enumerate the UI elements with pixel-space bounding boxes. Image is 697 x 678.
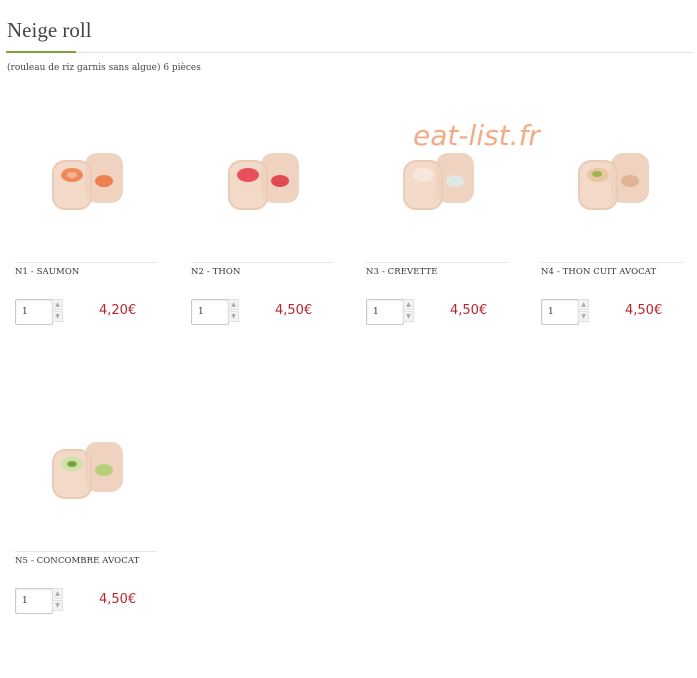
product-price: 4,50€ [625, 303, 663, 318]
card-divider [541, 262, 683, 263]
increment-button[interactable]: ▲ [228, 299, 239, 310]
title-accent-bar [6, 51, 76, 53]
product-name: N1 - SAUMON [15, 267, 80, 277]
increment-button[interactable]: ▲ [403, 299, 414, 310]
product-image[interactable] [396, 143, 486, 233]
chevron-up-icon: ▲ [55, 300, 60, 308]
section-subtitle: (rouleau de riz garnis sans algue) 6 piè… [7, 63, 201, 73]
product-card: N4 - THON CUIT AVOCAT ▲ ▼ 4,50€ [541, 143, 691, 383]
quantity-stepper[interactable]: ▲ ▼ [403, 299, 414, 323]
product-card: N2 - THON ▲ ▼ 4,50€ [191, 143, 341, 383]
quantity-box[interactable] [15, 588, 53, 614]
product-price: 4,50€ [99, 592, 137, 607]
product-name: N3 - CREVETTE [366, 267, 438, 277]
product-image[interactable] [571, 143, 661, 233]
quantity-input[interactable] [198, 305, 222, 319]
decrement-button[interactable]: ▼ [52, 600, 63, 611]
product-image[interactable] [45, 432, 135, 522]
decrement-button[interactable]: ▼ [578, 311, 589, 322]
chevron-up-icon: ▲ [231, 300, 236, 308]
card-divider [15, 551, 157, 552]
chevron-down-icon: ▼ [406, 312, 411, 320]
section-title: Neige roll [7, 18, 92, 42]
quantity-box[interactable] [15, 299, 53, 325]
card-divider [366, 262, 508, 263]
decrement-button[interactable]: ▼ [228, 311, 239, 322]
increment-button[interactable]: ▲ [52, 588, 63, 599]
quantity-input[interactable] [548, 305, 572, 319]
quantity-box[interactable] [191, 299, 229, 325]
quantity-stepper[interactable]: ▲ ▼ [52, 299, 63, 323]
product-image[interactable] [221, 143, 311, 233]
product-image[interactable] [45, 143, 135, 233]
quantity-box[interactable] [366, 299, 404, 325]
chevron-down-icon: ▼ [55, 312, 60, 320]
quantity-stepper[interactable]: ▲ ▼ [52, 588, 63, 612]
quantity-input[interactable] [22, 305, 46, 319]
decrement-button[interactable]: ▼ [403, 311, 414, 322]
chevron-up-icon: ▲ [581, 300, 586, 308]
quantity-stepper[interactable]: ▲ ▼ [228, 299, 239, 323]
product-card: N5 - CONCOMBRE AVOCAT ▲ ▼ 4,50€ [15, 432, 165, 672]
chevron-up-icon: ▲ [406, 300, 411, 308]
product-price: 4,20€ [99, 303, 137, 318]
product-price: 4,50€ [450, 303, 488, 318]
quantity-stepper[interactable]: ▲ ▼ [578, 299, 589, 323]
decrement-button[interactable]: ▼ [52, 311, 63, 322]
card-divider [191, 262, 333, 263]
chevron-up-icon: ▲ [55, 589, 60, 597]
increment-button[interactable]: ▲ [52, 299, 63, 310]
product-price: 4,50€ [275, 303, 313, 318]
quantity-box[interactable] [541, 299, 579, 325]
chevron-down-icon: ▼ [55, 601, 60, 609]
product-card: N1 - SAUMON ▲ ▼ 4,20€ [15, 143, 165, 383]
title-divider [6, 52, 692, 53]
product-name: N4 - THON CUIT AVOCAT [541, 267, 657, 277]
quantity-input[interactable] [22, 594, 46, 608]
product-card: N3 - CREVETTE ▲ ▼ 4,50€ [366, 143, 516, 383]
product-name: N2 - THON [191, 267, 241, 277]
card-divider [15, 262, 157, 263]
increment-button[interactable]: ▲ [578, 299, 589, 310]
chevron-down-icon: ▼ [581, 312, 586, 320]
product-name: N5 - CONCOMBRE AVOCAT [15, 556, 140, 566]
chevron-down-icon: ▼ [231, 312, 236, 320]
quantity-input[interactable] [373, 305, 397, 319]
